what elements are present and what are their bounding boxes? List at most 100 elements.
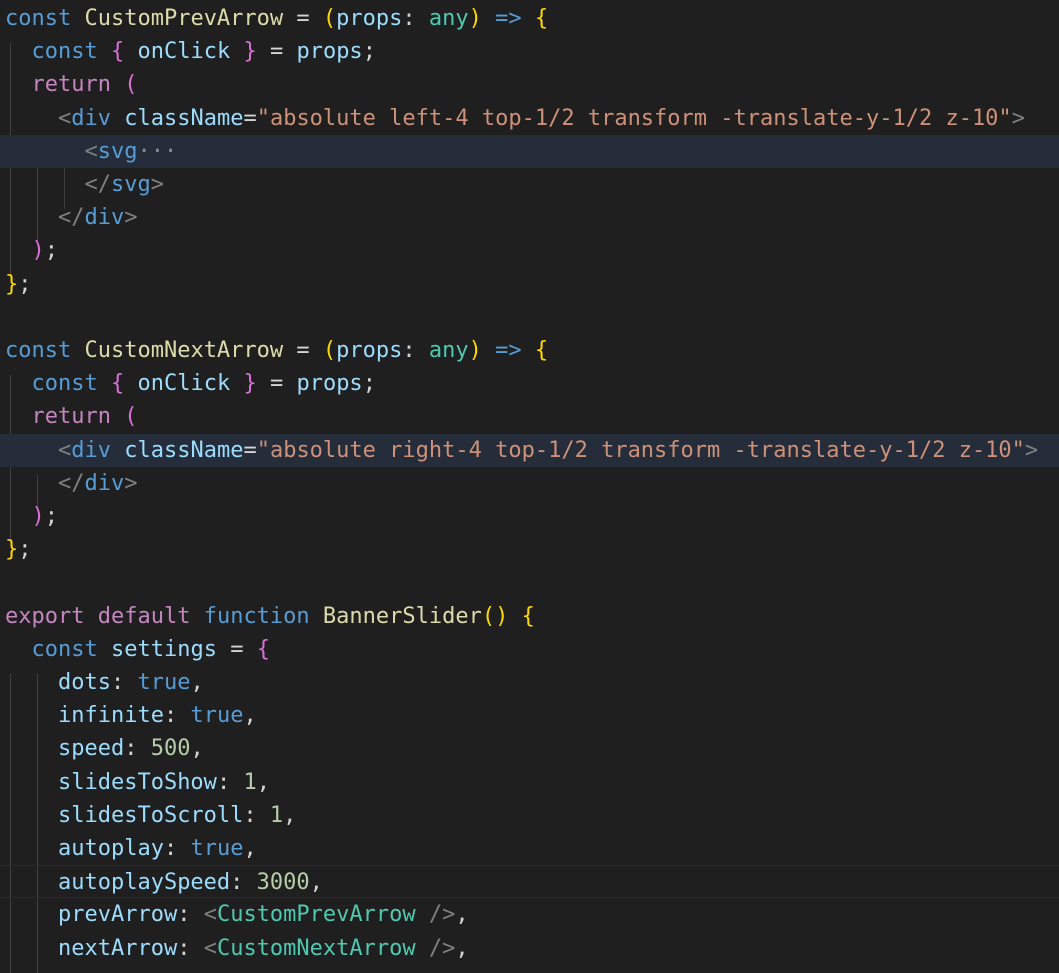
code-token: svg xyxy=(97,138,138,164)
code-token: slidesToShow xyxy=(57,769,217,795)
fold-ellipsis-icon[interactable]: ··· xyxy=(137,139,177,164)
code-line[interactable]: }; xyxy=(0,533,1059,566)
code-line[interactable]: ); xyxy=(0,234,1059,267)
code-token: props xyxy=(296,371,363,397)
code-token: ( xyxy=(124,72,138,98)
code-token: ) xyxy=(468,6,482,31)
code-token: ) xyxy=(31,238,45,264)
code-line[interactable]: <svg··· xyxy=(0,134,1059,168)
code-token: const xyxy=(31,371,98,397)
code-token: true xyxy=(137,670,191,695)
code-line[interactable]: slidesToScroll: 1, xyxy=(0,799,1059,832)
code-token: < xyxy=(203,935,217,961)
code-token: : xyxy=(230,870,257,896)
code-line[interactable]: autoplaySpeed: 3000, xyxy=(0,865,1059,899)
code-token: 500 xyxy=(150,736,191,762)
code-line[interactable]: return ( xyxy=(0,68,1059,101)
code-token: autoplay xyxy=(57,836,164,861)
code-token: props xyxy=(336,338,403,363)
code-line[interactable]: autoplay: true, xyxy=(0,832,1059,865)
code-token: function xyxy=(203,603,310,629)
code-token: const xyxy=(31,636,98,662)
code-line[interactable]: export default function BannerSlider() { xyxy=(0,600,1059,633)
code-line[interactable]: const { onClick } = props; xyxy=(0,367,1059,400)
code-line[interactable]: const settings = { xyxy=(0,633,1059,666)
code-line[interactable]: prevArrow: <CustomPrevArrow />, xyxy=(0,898,1059,931)
code-token: "absolute left-4 top-1/2 transform -tran… xyxy=(256,105,1012,131)
code-line[interactable]: <div className="absolute right-4 top-1/2… xyxy=(0,433,1059,467)
code-token: CustomPrevArrow xyxy=(216,902,416,928)
code-token: div xyxy=(71,437,111,463)
code-token: < xyxy=(84,138,98,164)
code-token: , xyxy=(243,703,257,729)
code-line[interactable]: const { onClick } = props; xyxy=(0,35,1059,68)
code-token: slidesToScroll xyxy=(57,802,244,828)
code-line[interactable]: return ( xyxy=(0,400,1059,433)
code-token: autoplaySpeed xyxy=(57,870,231,896)
code-token: return xyxy=(31,72,111,98)
code-token: > xyxy=(124,470,138,496)
code-token: = xyxy=(283,338,323,363)
code-token: ; xyxy=(18,537,32,563)
code-line[interactable]: speed: 500, xyxy=(0,732,1059,765)
code-token: } xyxy=(243,39,257,65)
code-token: < xyxy=(57,437,72,463)
code-token: ; xyxy=(18,271,32,297)
code-token: , xyxy=(309,870,323,896)
code-token: CustomNextArrow xyxy=(84,338,284,363)
code-token: any xyxy=(428,6,469,31)
code-token: = xyxy=(243,105,257,131)
code-line[interactable]: slidesToShow: 1, xyxy=(0,766,1059,799)
code-line[interactable] xyxy=(0,566,1059,599)
code-token: , xyxy=(455,902,469,928)
code-token: const xyxy=(31,39,98,65)
code-token: 3000 xyxy=(256,870,310,896)
code-token: , xyxy=(243,836,257,861)
code-token: </ xyxy=(57,205,85,231)
code-line[interactable]: dots: true, xyxy=(0,666,1059,699)
code-token: = xyxy=(256,39,297,65)
code-token: { xyxy=(256,636,270,662)
code-token: = xyxy=(283,6,323,31)
code-token: () xyxy=(481,603,509,629)
code-token: } xyxy=(5,271,19,297)
code-token: div xyxy=(71,105,111,131)
code-token: , xyxy=(190,736,204,762)
code-token: any xyxy=(428,338,469,363)
code-line[interactable]: }; xyxy=(0,268,1059,301)
code-token: prevArrow xyxy=(57,902,178,928)
code-line[interactable]: nextArrow: <CustomNextArrow />, xyxy=(0,932,1059,965)
code-line[interactable]: </div> xyxy=(0,467,1059,500)
code-token: const xyxy=(5,6,72,31)
code-line[interactable]: const CustomPrevArrow = (props: any) => … xyxy=(0,2,1059,35)
code-line[interactable]: infinite: true, xyxy=(0,699,1059,732)
code-editor[interactable]: const CustomPrevArrow = (props: any) => … xyxy=(0,0,1059,973)
code-line[interactable]: </div> xyxy=(0,201,1059,234)
code-token: true xyxy=(190,703,244,729)
code-line[interactable] xyxy=(0,301,1059,334)
code-line[interactable]: ); xyxy=(0,500,1059,533)
code-line[interactable]: <div className="absolute left-4 top-1/2 … xyxy=(0,102,1059,135)
code-token: "absolute right-4 top-1/2 transform -tra… xyxy=(256,437,1025,463)
code-token: </ xyxy=(84,172,111,197)
code-line[interactable]: </svg> xyxy=(0,168,1059,201)
code-token: , xyxy=(455,935,469,961)
code-line[interactable]: const CustomNextArrow = (props: any) => … xyxy=(0,334,1059,367)
code-token: { xyxy=(110,371,125,397)
code-token: true xyxy=(190,836,244,861)
